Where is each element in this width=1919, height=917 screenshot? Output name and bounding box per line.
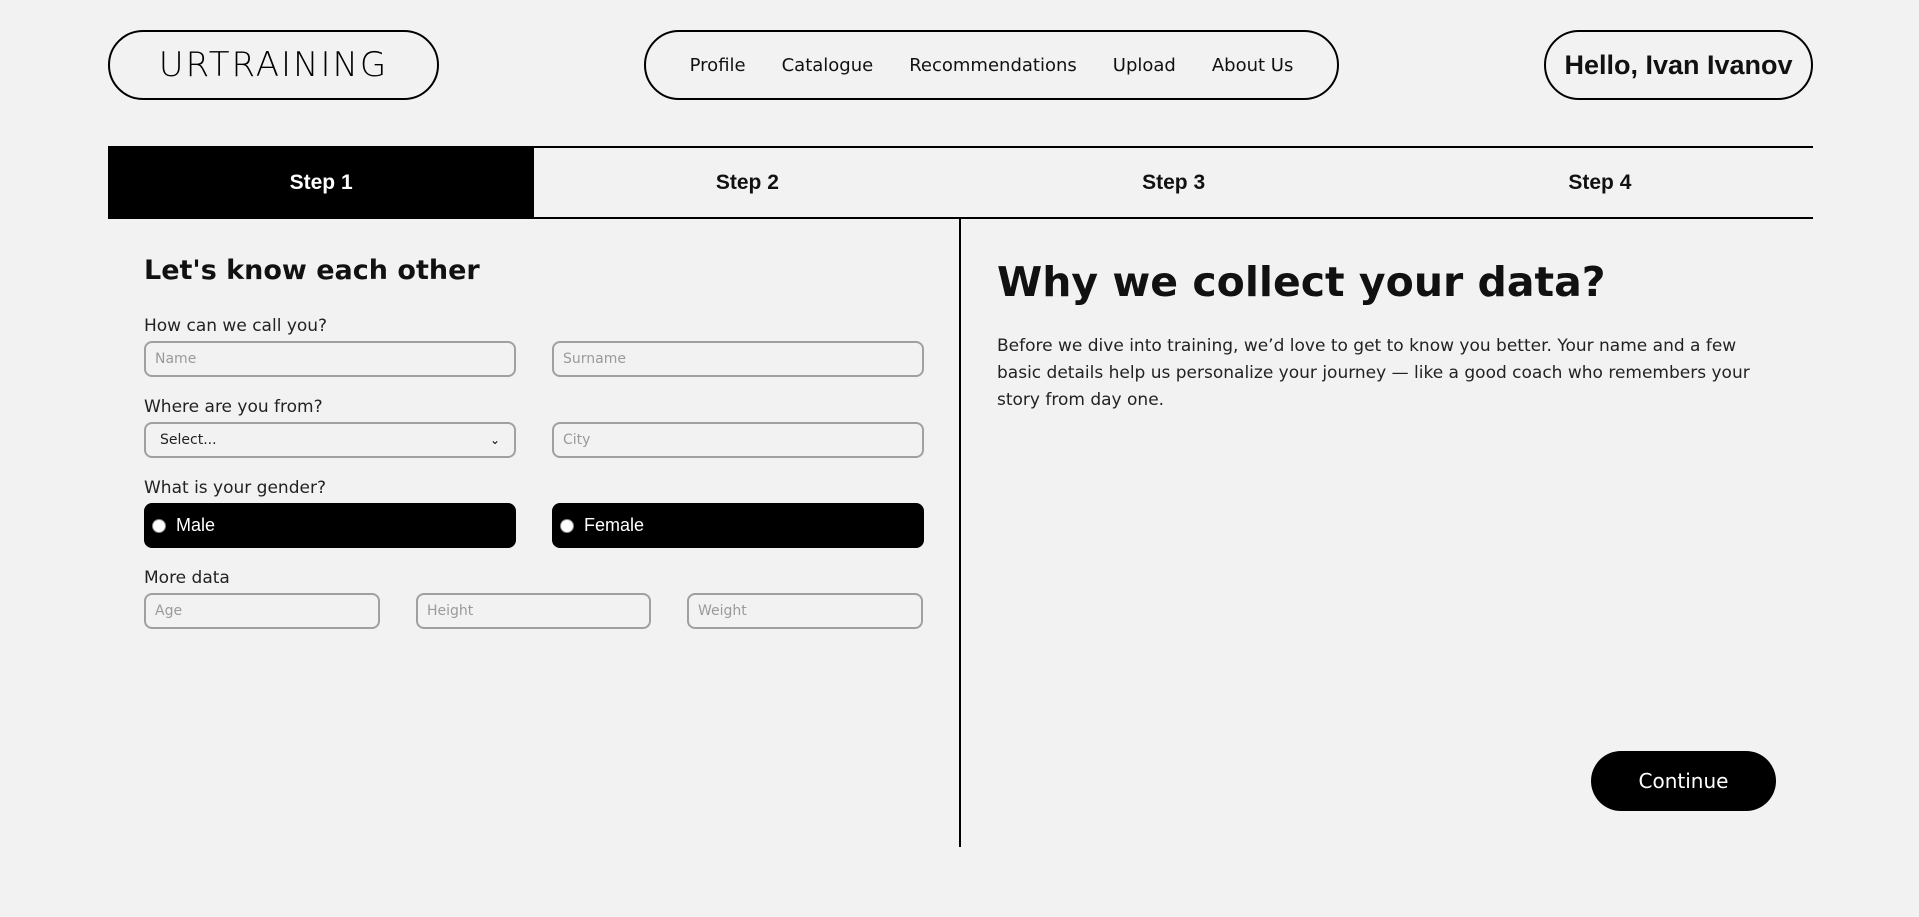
radio-circle-icon[interactable]: [152, 518, 166, 533]
nav-profile[interactable]: Profile: [690, 55, 746, 76]
age-input[interactable]: [144, 593, 380, 629]
name-label: How can we call you?: [144, 316, 328, 336]
country-select-value: Select...: [160, 432, 217, 448]
gender-male-option[interactable]: Male: [144, 503, 516, 548]
radio-circle-icon[interactable]: [560, 518, 574, 533]
logo[interactable]: URTRAINING: [108, 30, 439, 100]
surname-input[interactable]: [552, 341, 924, 377]
name-input[interactable]: [144, 341, 516, 377]
chevron-down-icon: ⌄: [489, 433, 500, 447]
nav-about-us[interactable]: About Us: [1212, 55, 1294, 76]
city-input[interactable]: [552, 422, 924, 458]
info-title: Why we collect your data?: [997, 258, 1606, 306]
tab-step-4[interactable]: Step 4: [1387, 148, 1813, 217]
country-select[interactable]: Select... ⌄: [144, 422, 516, 458]
gender-female-option[interactable]: Female: [552, 503, 924, 548]
nav-recommendations[interactable]: Recommendations: [909, 55, 1077, 76]
nav-catalogue[interactable]: Catalogue: [782, 55, 874, 76]
form-title: Let's know each other: [144, 255, 480, 286]
gender-female-label: Female: [584, 515, 645, 535]
more-data-label: More data: [144, 568, 230, 588]
logo-text: URTRAINING: [158, 45, 389, 85]
gender-male-label: Male: [176, 515, 216, 535]
tab-step-1[interactable]: Step 1: [108, 148, 535, 217]
location-label: Where are you from?: [144, 397, 323, 417]
info-text: Before we dive into training, we’d love …: [997, 336, 1750, 410]
continue-button[interactable]: Continue: [1591, 751, 1776, 811]
weight-input[interactable]: [687, 593, 923, 629]
step-tabs: Step 1 Step 2 Step 3 Step 4: [108, 146, 1813, 219]
nav-upload[interactable]: Upload: [1113, 55, 1176, 76]
tab-step-2[interactable]: Step 2: [534, 148, 960, 217]
user-greeting[interactable]: Hello, Ivan Ivanov: [1544, 30, 1813, 100]
tab-step-3[interactable]: Step 3: [961, 148, 1387, 217]
main-nav: Profile Catalogue Recommendations Upload…: [644, 30, 1339, 100]
panel-divider: [959, 219, 961, 847]
gender-label: What is your gender?: [144, 478, 326, 498]
height-input[interactable]: [416, 593, 651, 629]
